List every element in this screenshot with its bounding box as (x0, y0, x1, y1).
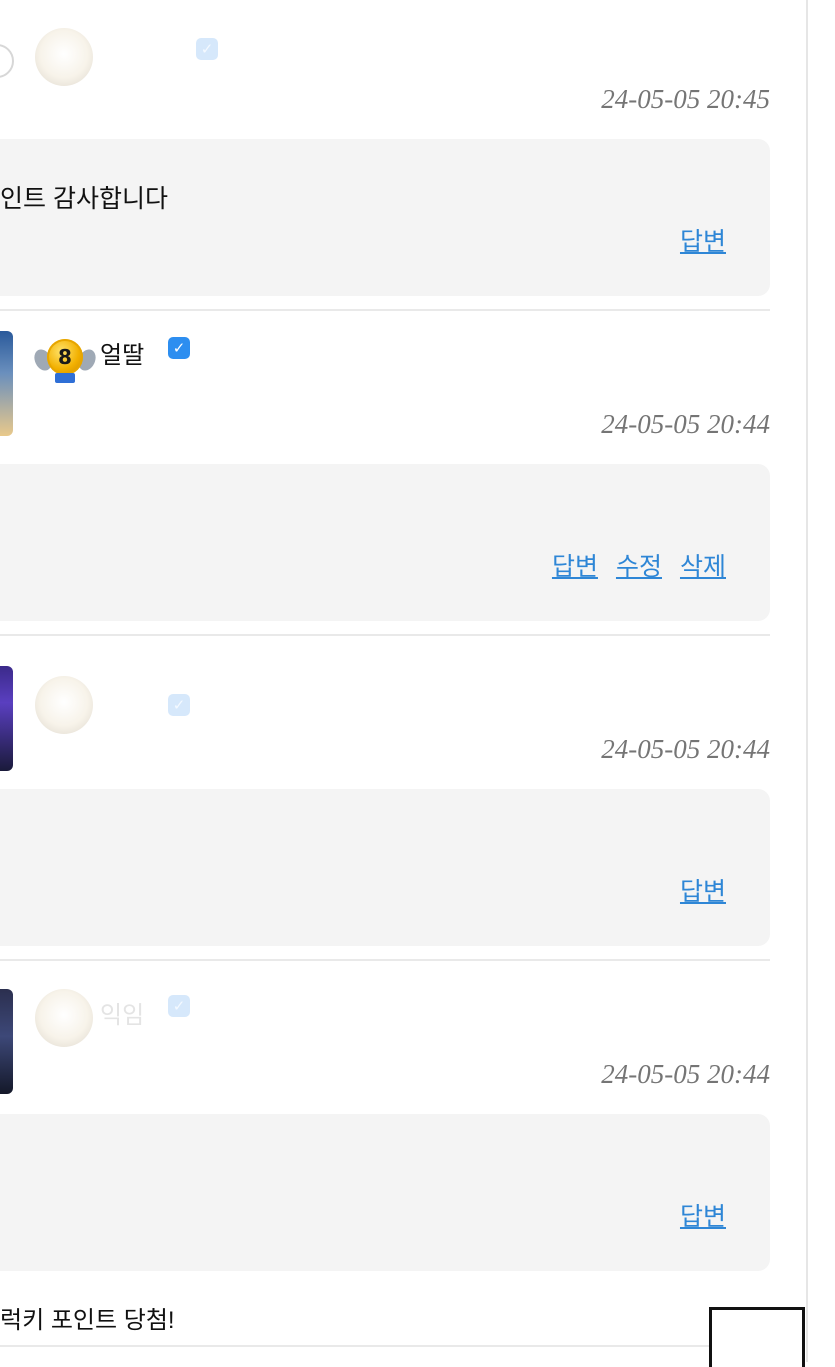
level-badge-icon (35, 676, 93, 734)
scroll-top-button[interactable] (709, 1307, 805, 1367)
delete-link[interactable]: 삭제 (680, 547, 726, 583)
level-badge-icon (35, 989, 93, 1047)
comment-bubble: 인트 감사합니다 답변 (0, 139, 770, 296)
comment-actions: 답변 (680, 1197, 726, 1233)
comment-timestamp: 24-05-05 20:44 (601, 1059, 770, 1089)
comment-divider (0, 1345, 770, 1347)
reply-link[interactable]: 답변 (680, 222, 726, 258)
level-number: 8 (47, 339, 83, 375)
comment-bubble: 답변 (0, 789, 770, 946)
avatar[interactable] (0, 44, 14, 78)
author-name[interactable]: 익임 (100, 995, 144, 1030)
edit-link[interactable]: 수정 (616, 547, 662, 583)
comment-timestamp: 24-05-05 20:44 (601, 409, 770, 439)
avatar[interactable] (0, 331, 13, 436)
reply-link[interactable]: 답변 (680, 872, 726, 908)
comment-actions: 답변 (680, 222, 726, 258)
author-name[interactable]: 얼딸 (100, 335, 144, 370)
comment-timestamp: 24-05-05 20:44 (601, 734, 770, 764)
comment-item: ✓ 24-05-05 20:44 답변 (0, 636, 770, 961)
level-badge-icon (35, 28, 93, 86)
comment-text: 인트 감사합니다 (0, 185, 168, 213)
comment-item: ✓ 24-05-05 20:45 인트 감사합니다 답변 (0, 0, 770, 311)
reply-link[interactable]: 답변 (680, 1197, 726, 1233)
comment-item: 익임 ✓ 24-05-05 20:44 답변 (0, 961, 770, 1286)
scrollbar-track[interactable] (806, 0, 808, 1362)
level-badge-icon: 8 (31, 329, 99, 389)
avatar[interactable] (0, 666, 13, 771)
comment-actions: 답변 수정 삭제 (552, 547, 726, 583)
lucky-point-notice: 럭키 포인트 당첨! (0, 1307, 175, 1334)
verified-check-icon: ✓ (168, 337, 190, 359)
comment-timestamp: 24-05-05 20:45 (601, 84, 770, 114)
verified-check-icon: ✓ (168, 995, 190, 1017)
verified-check-icon: ✓ (168, 694, 190, 716)
comment-actions: 답변 (680, 872, 726, 908)
avatar[interactable] (0, 989, 13, 1094)
comment-bubble: 답변 수정 삭제 (0, 464, 770, 621)
verified-check-icon: ✓ (196, 38, 218, 60)
comment-bubble: 답변 (0, 1114, 770, 1271)
reply-link[interactable]: 답변 (552, 547, 598, 583)
comment-item: 8 얼딸 ✓ 24-05-05 20:44 답변 수정 삭제 (0, 311, 770, 636)
